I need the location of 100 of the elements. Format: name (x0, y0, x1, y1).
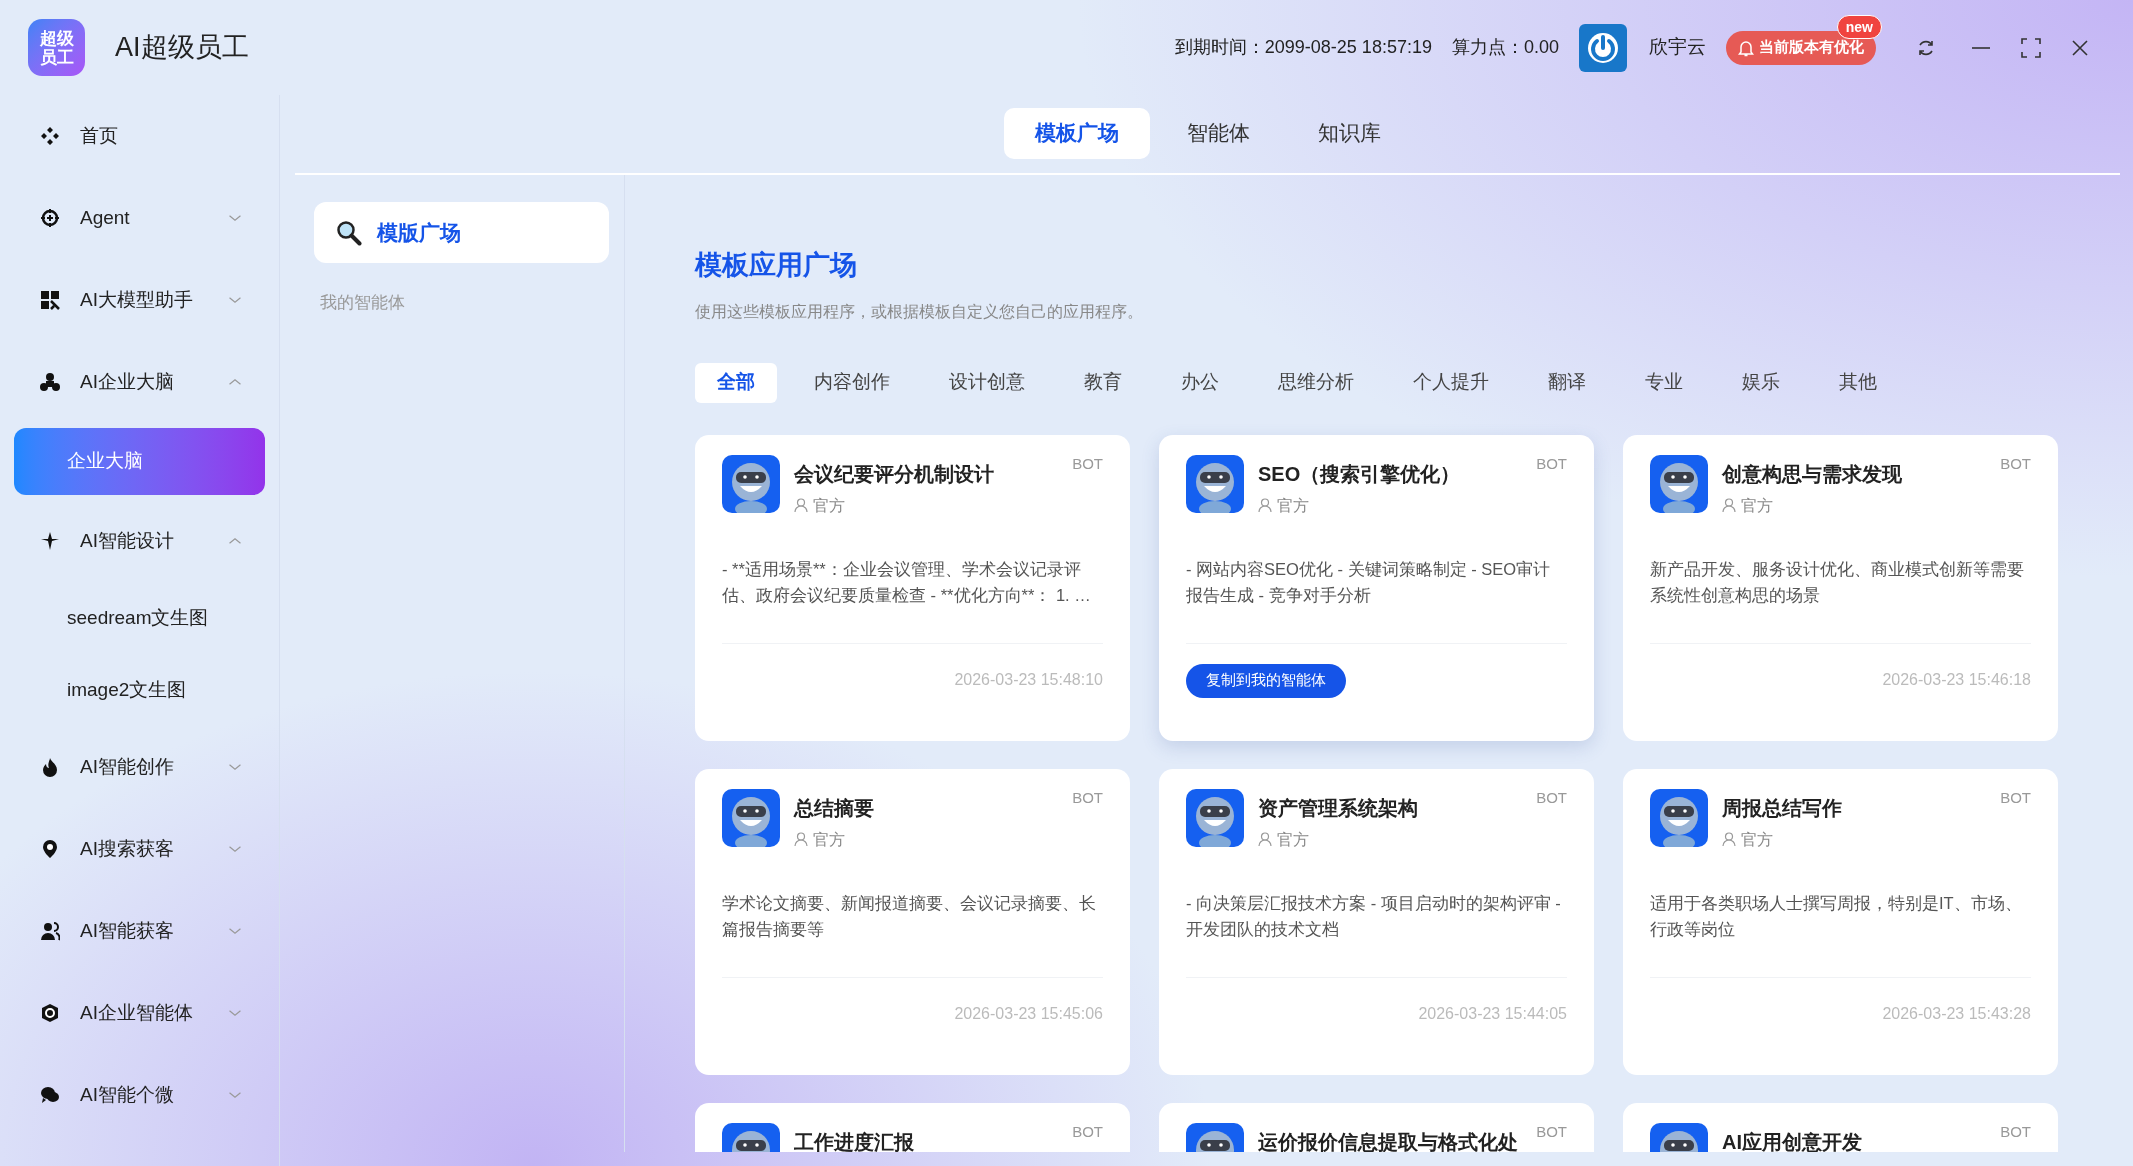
chevron-icon (227, 536, 243, 546)
category-tab[interactable]: 娱乐 (1720, 362, 1802, 403)
template-card[interactable]: 创意构思与需求发现 官方 BOT 新产品开发、服务设计优化、商业模式创新等需要系统性创意构思的场景 2026-03-23 15:46:18 (1623, 434, 2058, 741)
category-tab[interactable]: 专业 (1623, 362, 1705, 403)
sidebar-item[interactable]: AI企业智能体 (14, 972, 265, 1054)
card-date: 2026-03-23 15:46:18 (1881, 669, 2031, 690)
expiry-time: 到期时间：2099-08-25 18:57:19 (1174, 36, 1432, 59)
card-description: - 向决策层汇报技术方案 - 项目启动时的架构评审 - 开发团队的技术文档 (1186, 892, 1562, 940)
minimize-icon[interactable] (1971, 45, 1991, 50)
sub-nav-item[interactable]: 模版广场 (314, 202, 609, 263)
template-card[interactable]: 资产管理系统架构 官方 BOT - 向决策层汇报技术方案 - 项目启动时的架构评审 - 开发团队的技术文档 2026-03-23 15:44:05 (1159, 768, 1594, 1075)
robot-avatar-icon (722, 454, 780, 513)
page-title: 模板应用广场 (695, 249, 858, 282)
chevron-icon (227, 926, 243, 936)
bot-label: BOT (1536, 787, 1567, 808)
category-tab[interactable]: 思维分析 (1256, 362, 1376, 403)
card-title: AI应用创意开发 (1722, 1129, 1862, 1152)
user-icon (1722, 498, 1736, 513)
chevron-icon (227, 213, 243, 223)
category-tab[interactable]: 翻译 (1526, 362, 1608, 403)
sparkle-icon (40, 531, 60, 551)
card-title: 资产管理系统架构 (1258, 795, 1418, 821)
user-icon (1258, 832, 1272, 847)
logo-text: 超级 (39, 28, 74, 48)
bot-label: BOT (1072, 1121, 1103, 1142)
sidebar-item[interactable]: 首页 (14, 95, 265, 177)
app-title: AI超级员工 (115, 31, 249, 65)
page-subtitle: 使用这些模板应用程序，或根据模板自定义您自己的应用程序。 (695, 301, 1144, 322)
sidebar-subitem[interactable]: seedream文生图 (14, 582, 265, 654)
bot-label: BOT (2000, 1121, 2031, 1142)
card-title: 周报总结写作 (1722, 795, 1842, 821)
chevron-icon (227, 844, 243, 854)
user-icon (794, 498, 808, 513)
copy-button[interactable]: 复制到我的智能体 (1186, 663, 1346, 698)
top-tab[interactable]: 智能体 (1155, 107, 1281, 159)
bot-label: BOT (1072, 787, 1103, 808)
maximize-icon[interactable] (2021, 37, 2041, 58)
bot-label: BOT (2000, 453, 2031, 474)
category-tab[interactable]: 教育 (1062, 362, 1144, 403)
sidebar-item[interactable]: AI智能设计 (14, 500, 265, 582)
chat-icon (40, 1085, 60, 1105)
bot-label: BOT (1072, 453, 1103, 474)
category-tab[interactable]: 其他 (1817, 362, 1899, 403)
sidebar-item[interactable]: AI智能个微 (14, 1054, 265, 1136)
template-card[interactable]: 总结摘要 官方 BOT 学术论文摘要、新闻报道摘要、会议记录摘要、长篇报告摘要等 2026-03-23 15:45:06 (695, 768, 1130, 1075)
power-icon[interactable] (1579, 23, 1627, 72)
user-icon (794, 832, 808, 847)
template-card[interactable]: 工作进度汇报 BOT (695, 1102, 1130, 1152)
chevron-icon (227, 1008, 243, 1018)
sidebar-item[interactable]: AI智能创作 (14, 726, 265, 808)
category-tab[interactable]: 个人提升 (1391, 362, 1511, 403)
top-tab[interactable]: 模板广场 (1003, 107, 1150, 159)
sidebar-subitem[interactable]: image2文生图 (14, 654, 265, 726)
card-title: 会议纪要评分机制设计 (794, 461, 994, 487)
chevron-icon (227, 377, 243, 387)
sidebar-item[interactable]: AI大模型助手 (14, 259, 265, 341)
sidebar-item[interactable]: AI企业大脑 (14, 341, 265, 423)
card-title: 运价报价信息提取与格式化处 (1258, 1129, 1518, 1152)
template-card[interactable]: 运价报价信息提取与格式化处 BOT (1159, 1102, 1594, 1152)
card-description: 学术论文摘要、新闻报道摘要、会议记录摘要、长篇报告摘要等 (722, 892, 1097, 940)
template-card[interactable]: AI应用创意开发 BOT (1623, 1102, 2058, 1152)
author-label: 官方 (1741, 495, 1773, 516)
flame-icon (40, 757, 60, 777)
robot-avatar-icon (1650, 788, 1708, 847)
template-card[interactable]: SEO（搜索引擎优化） 官方 BOT - 网站内容SEO优化 - 关键词策略制定 - SEO审计报告生成 - 竞争对手分析 复制到我的智能体 (1159, 434, 1594, 741)
card-title: SEO（搜索引擎优化） (1258, 461, 1461, 487)
sidebar-item[interactable]: AI搜索获客 (14, 808, 265, 890)
robot-avatar-icon (1186, 788, 1244, 847)
bell-icon (1738, 38, 1754, 57)
card-description: - 网站内容SEO优化 - 关键词策略制定 - SEO审计报告生成 - 竞争对手分析 (1186, 558, 1552, 606)
robot-avatar-icon (1650, 454, 1708, 513)
chevron-icon (227, 1090, 243, 1100)
card-date: 2026-03-23 15:48:10 (953, 669, 1103, 690)
shield-icon (40, 1003, 60, 1023)
bot-label: BOT (2000, 787, 2031, 808)
category-tab[interactable]: 设计创意 (927, 362, 1047, 403)
category-tab[interactable]: 办公 (1159, 362, 1241, 403)
robot-avatar-icon (722, 788, 780, 847)
template-card[interactable]: 周报总结写作 官方 BOT 适用于各类职场人士撰写周报，特别是IT、市场、行政等岗位 2026-03-23 15:43:28 (1623, 768, 2058, 1075)
category-tab[interactable]: 全部 (695, 362, 777, 403)
card-date: 2026-03-23 15:44:05 (1417, 1003, 1567, 1024)
card-date: 2026-03-23 15:45:06 (953, 1003, 1103, 1024)
author-label: 官方 (813, 495, 845, 516)
card-title: 工作进度汇报 (794, 1129, 914, 1152)
sidebar-item[interactable]: AI智能获客 (14, 890, 265, 972)
robot-avatar-icon (1186, 454, 1244, 513)
search-icon (336, 219, 362, 246)
top-tab[interactable]: 知识库 (1286, 107, 1412, 159)
user-icon (1722, 832, 1736, 847)
card-title: 创意构思与需求发现 (1722, 461, 1902, 487)
card-title: 总结摘要 (794, 795, 874, 821)
template-card[interactable]: 会议纪要评分机制设计 官方 BOT - **适用场景**：企业会议管理、学术会议记录评估、政府会议纪要质量检查 - **优化方向**： 1. … 2026-03-23 15:48:10 (695, 434, 1130, 741)
close-icon[interactable] (2071, 38, 2089, 57)
user-icon (1258, 498, 1272, 513)
category-tab[interactable]: 内容创作 (792, 362, 912, 403)
location-pin-icon (40, 839, 60, 859)
sidebar-subitem[interactable]: 企业大脑 (14, 428, 265, 495)
users-icon (40, 921, 60, 941)
sidebar-item[interactable]: Agent (14, 177, 265, 259)
author-label: 官方 (813, 829, 845, 850)
